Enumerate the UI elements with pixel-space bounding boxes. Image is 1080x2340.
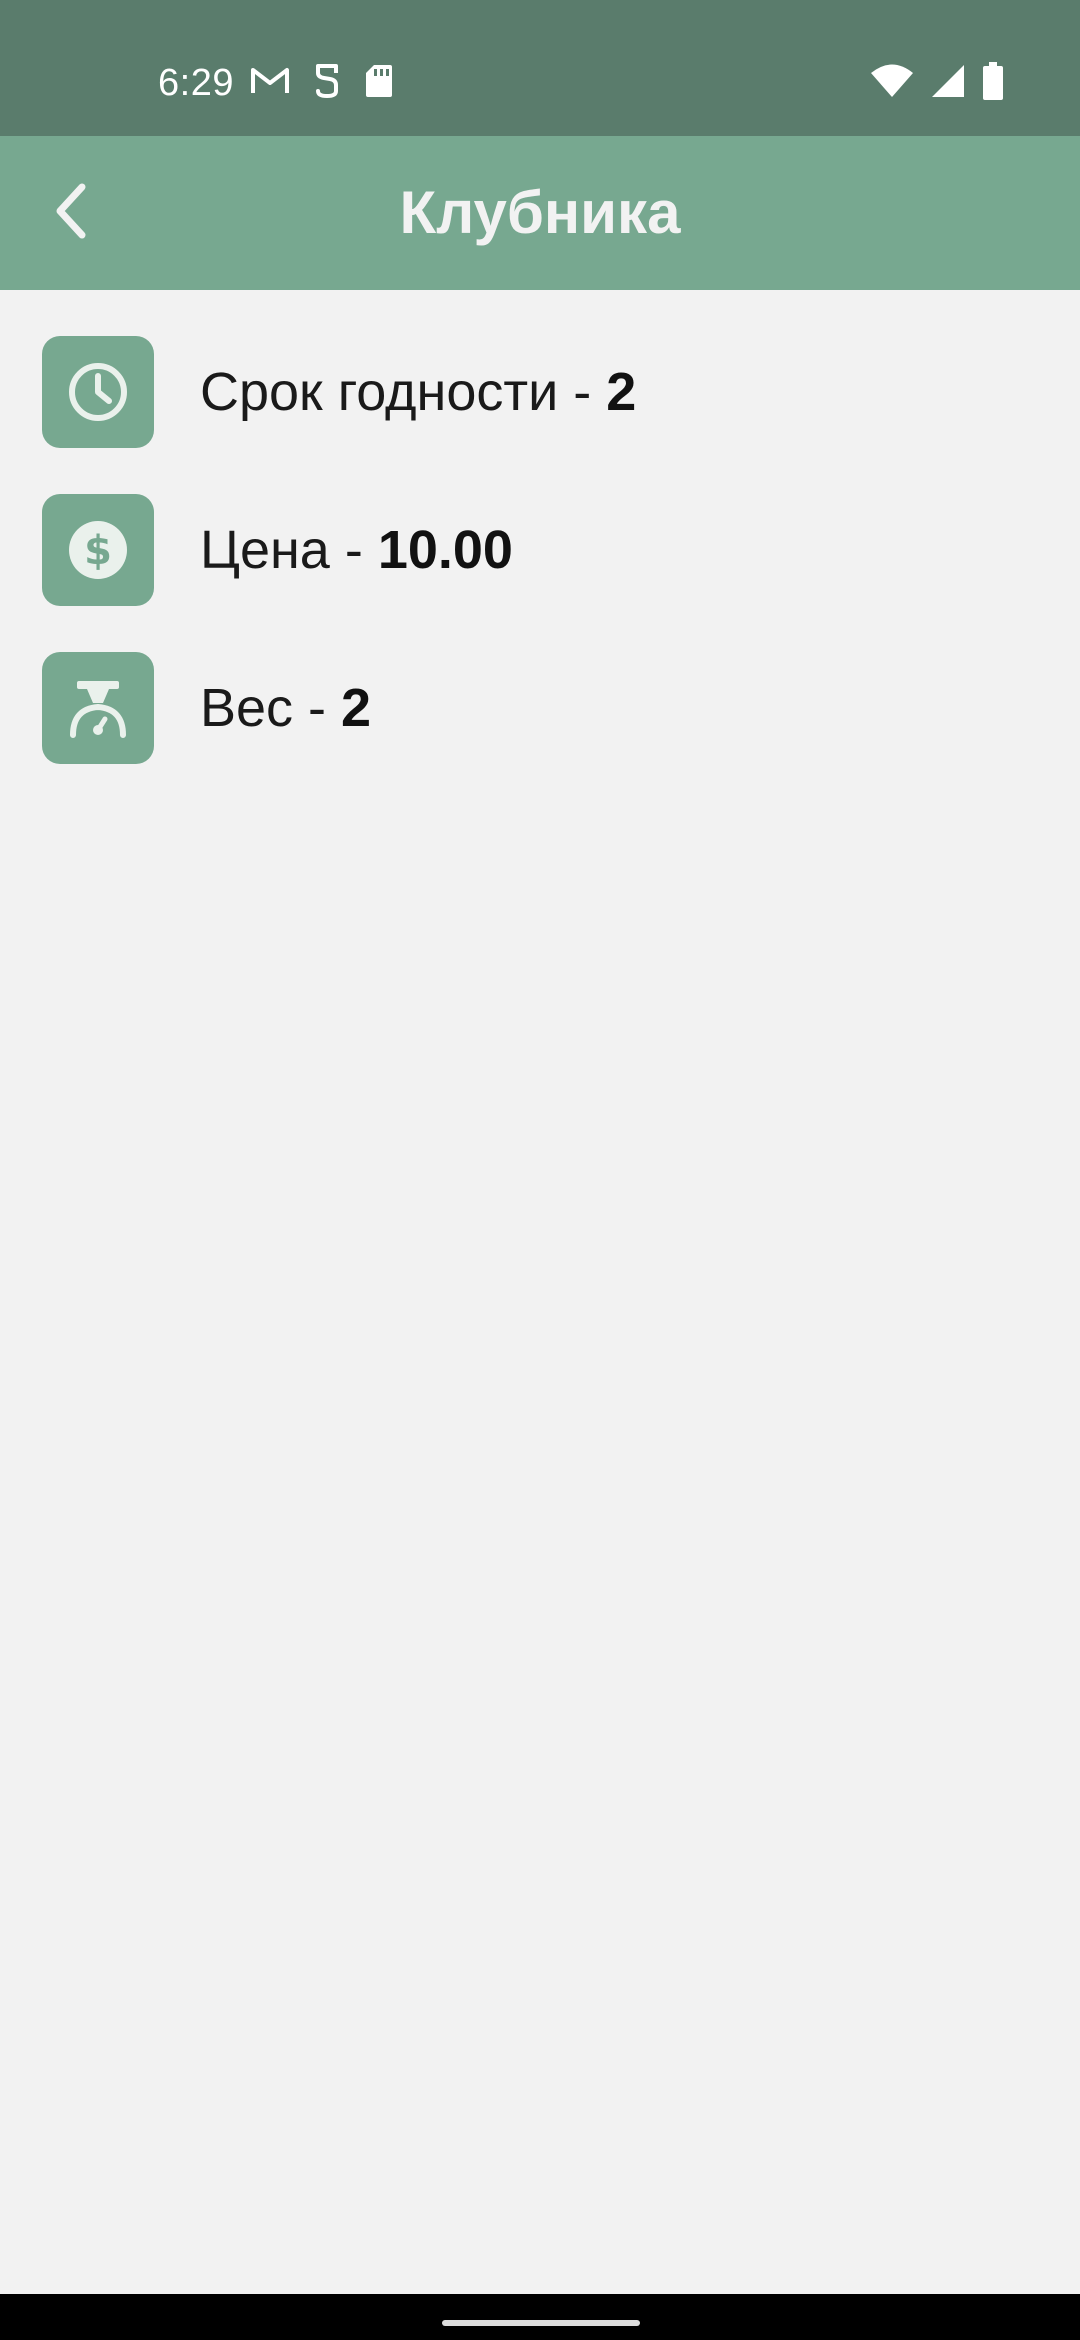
weight-value: 2 [341, 678, 372, 738]
svg-text:$: $ [84, 528, 112, 574]
sd-card-icon [364, 63, 394, 104]
wifi-icon [870, 64, 914, 103]
weight-label: Вес - [200, 678, 342, 738]
gmail-icon [250, 65, 290, 102]
app-bar: Клубника [0, 136, 1080, 290]
back-button[interactable] [20, 163, 120, 263]
signal-icon [930, 63, 966, 104]
chevron-left-icon [48, 181, 92, 246]
expiry-row: Срок годности - 2 [42, 336, 636, 448]
expiry-value: 2 [606, 362, 637, 422]
page-title: Клубника [399, 179, 681, 246]
price-value: 10.00 [377, 520, 513, 580]
dollar-icon: $ [42, 494, 154, 606]
clock-icon [42, 336, 154, 448]
weight-row: Вес - 2 [42, 652, 371, 764]
status-bar: 6:29 [0, 0, 1080, 136]
expiry-label: Срок годности - [200, 362, 607, 422]
price-label: Цена - [200, 520, 378, 580]
status-system-icons [870, 60, 1004, 106]
expiry-text: Срок годности - 2 [200, 361, 636, 423]
sim-toolkit-icon [312, 63, 342, 104]
scale-icon [42, 652, 154, 764]
price-text: Цена - 10.00 [200, 519, 513, 581]
battery-icon [982, 61, 1004, 105]
price-row: $ Цена - 10.00 [42, 494, 513, 606]
status-notification-icons [250, 60, 394, 106]
home-gesture-handle[interactable] [442, 2320, 640, 2326]
status-time: 6:29 [158, 62, 234, 104]
weight-text: Вес - 2 [200, 677, 371, 739]
navigation-bar [0, 2294, 1080, 2340]
